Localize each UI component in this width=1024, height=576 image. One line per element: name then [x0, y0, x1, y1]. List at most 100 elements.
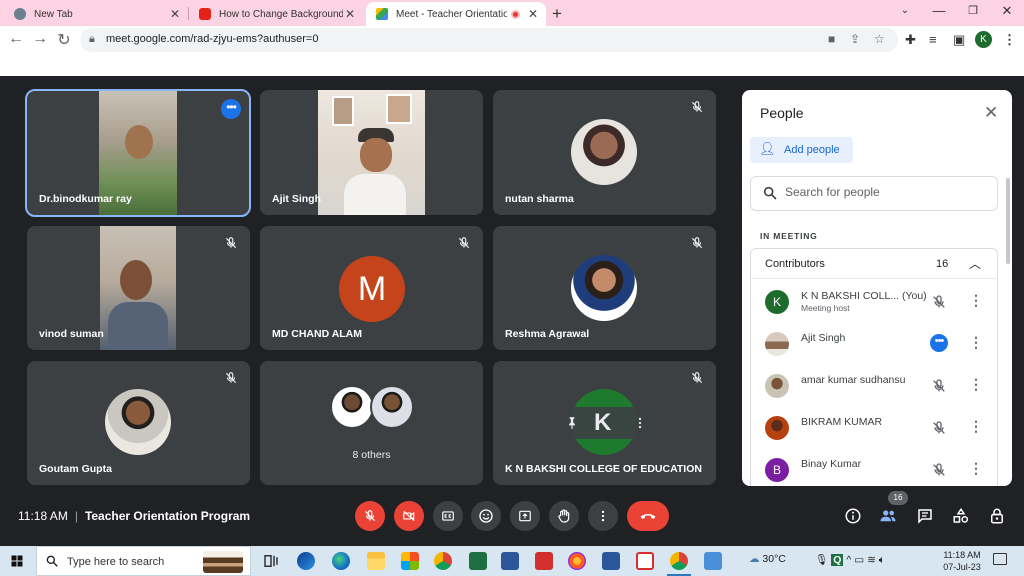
- forward-arrow-icon[interactable]: →: [31, 30, 49, 48]
- pin-icon[interactable]: [565, 415, 579, 431]
- q-app-icon[interactable]: Q: [831, 554, 844, 566]
- people-icon[interactable]: [879, 507, 897, 525]
- taskbar-search[interactable]: Type here to search: [36, 546, 251, 576]
- mic-icon[interactable]: 🎙︎: [815, 554, 828, 566]
- leave-call-button[interactable]: [627, 501, 669, 531]
- wifi-icon[interactable]: ≋: [867, 554, 876, 566]
- mic-off-icon[interactable]: [931, 420, 947, 436]
- participant-tile[interactable]: nutan sharma: [493, 90, 716, 215]
- tab-youtube[interactable]: How to Change Background in G ✕: [189, 2, 363, 26]
- battery-icon[interactable]: ▭: [854, 554, 864, 566]
- more-vert-icon[interactable]: ⋮: [969, 460, 983, 477]
- add-people-button[interactable]: 👤︎ Add people: [750, 137, 853, 163]
- word-doc-icon[interactable]: [501, 552, 519, 570]
- close-tab-icon[interactable]: ✕: [168, 7, 182, 21]
- close-panel-icon[interactable]: ✕: [984, 103, 998, 123]
- camera-in-use-icon[interactable]: ■: [828, 32, 835, 46]
- chat-icon[interactable]: [916, 507, 934, 525]
- mic-off-icon[interactable]: [931, 294, 947, 310]
- activities-icon[interactable]: [952, 507, 970, 525]
- more-options-icon[interactable]: •••: [221, 99, 241, 119]
- mic-off-icon: [225, 372, 237, 384]
- more-vert-icon[interactable]: ⋮: [969, 376, 983, 393]
- participant-tile[interactable]: vinod suman: [27, 226, 250, 350]
- tab-meet[interactable]: Meet - Teacher Orientation P ✕: [366, 2, 546, 26]
- chrome-menu-icon[interactable]: ⋮: [1003, 32, 1016, 48]
- mic-toggle-button[interactable]: [355, 501, 385, 531]
- camera-app-icon[interactable]: [704, 552, 722, 570]
- edge-icon[interactable]: [332, 552, 350, 570]
- media-player-icon[interactable]: [297, 552, 315, 570]
- windows-start-icon[interactable]: [11, 555, 23, 567]
- others-tile[interactable]: 8 others: [260, 361, 483, 485]
- reload-icon[interactable]: ↻: [55, 30, 73, 50]
- participant-row[interactable]: BIKRAM KUMAR ⋮: [751, 406, 997, 448]
- new-tab-button[interactable]: +: [552, 4, 562, 24]
- people-search-input[interactable]: [785, 185, 985, 199]
- participant-row[interactable]: amar kumar sudhansu ⋮: [751, 364, 997, 406]
- profile-avatar[interactable]: K: [975, 31, 992, 48]
- participant-row[interactable]: B Binay Kumar ⋮: [751, 448, 997, 486]
- notification-icon[interactable]: [993, 553, 1007, 565]
- camera-toggle-button[interactable]: [394, 501, 424, 531]
- word-icon[interactable]: [602, 552, 620, 570]
- chevron-up-icon[interactable]: ^: [846, 554, 851, 566]
- participant-tile[interactable]: Reshma Agrawal: [493, 226, 716, 350]
- participant-row[interactable]: Ajit Singh ••• ⋮: [751, 322, 997, 364]
- participant-avatar: [765, 416, 789, 440]
- firefox-icon[interactable]: [568, 552, 586, 570]
- participant-tile[interactable]: ••• Dr.binodkumar ray: [25, 89, 251, 217]
- task-view-icon[interactable]: [262, 552, 280, 570]
- participant-row[interactable]: K K N BAKSHI COLL... (You) Meeting host …: [751, 280, 997, 322]
- people-search-box[interactable]: [750, 176, 998, 211]
- tab-search-chevron-icon[interactable]: ⌄: [895, 5, 915, 16]
- reactions-button[interactable]: [471, 501, 501, 531]
- participant-tile[interactable]: Goutam Gupta: [27, 361, 250, 485]
- speaking-indicator-icon[interactable]: •••: [930, 334, 948, 352]
- side-panel-icon[interactable]: ▣: [953, 32, 965, 48]
- mic-off-icon[interactable]: [931, 462, 947, 478]
- share-icon[interactable]: ⇪: [850, 32, 860, 46]
- microsoft-store-icon[interactable]: [401, 552, 419, 570]
- more-vert-icon[interactable]: ⋮: [969, 418, 983, 435]
- media-control-icon[interactable]: ≡: [929, 32, 937, 47]
- chrome-active-icon[interactable]: [667, 552, 691, 576]
- participant-tile[interactable]: Ajit Singh: [260, 90, 483, 215]
- weather-widget[interactable]: ☁ 30°C: [749, 553, 786, 565]
- panel-scrollbar[interactable]: [1006, 178, 1010, 264]
- restore-icon[interactable]: ❐: [963, 4, 983, 17]
- more-options-button[interactable]: [588, 501, 618, 531]
- present-button[interactable]: [510, 501, 540, 531]
- close-tab-icon[interactable]: ✕: [343, 7, 357, 21]
- close-tab-icon[interactable]: ✕: [526, 7, 540, 21]
- minimize-icon[interactable]: —: [929, 3, 949, 18]
- tab-new-tab[interactable]: New Tab ✕: [4, 2, 188, 26]
- chrome-icon[interactable]: [434, 552, 452, 570]
- window-close-icon[interactable]: ✕: [997, 3, 1017, 19]
- acrobat-icon[interactable]: [535, 552, 553, 570]
- taskbar-clock[interactable]: 11:18 AM 07-Jul-23: [940, 549, 984, 573]
- participant-tile[interactable]: M MD CHAND ALAM: [260, 226, 483, 350]
- contributors-count: 16: [936, 258, 949, 270]
- wps-icon[interactable]: [636, 552, 654, 570]
- captions-button[interactable]: [433, 501, 463, 531]
- excel-icon[interactable]: [469, 552, 487, 570]
- more-vert-icon[interactable]: ⋮: [969, 334, 983, 351]
- mic-off-icon[interactable]: [931, 378, 947, 394]
- address-bar[interactable]: 🔒︎ meet.google.com/rad-zjyu-ems?authuser…: [80, 28, 898, 52]
- bookmark-star-icon[interactable]: ☆: [874, 32, 885, 46]
- more-vert-icon[interactable]: ⋮: [969, 292, 983, 309]
- participant-avatar: B: [765, 458, 789, 482]
- extensions-icon[interactable]: ✚: [905, 32, 916, 48]
- raise-hand-button[interactable]: [549, 501, 579, 531]
- host-controls-icon[interactable]: [988, 507, 1006, 525]
- back-arrow-icon[interactable]: ←: [7, 30, 25, 48]
- meeting-info-icon[interactable]: [844, 507, 862, 525]
- volume-icon[interactable]: 🔈︎: [879, 554, 885, 566]
- contributors-header[interactable]: Contributors 16 ︿: [751, 249, 997, 279]
- file-explorer-icon[interactable]: [367, 552, 385, 570]
- more-vert-icon[interactable]: [633, 415, 647, 431]
- mic-off-icon: [458, 237, 470, 249]
- self-tile[interactable]: K K N BAKSHI COLLEGE OF EDUCATION: [493, 361, 716, 485]
- chevron-up-icon[interactable]: ︿: [969, 255, 981, 272]
